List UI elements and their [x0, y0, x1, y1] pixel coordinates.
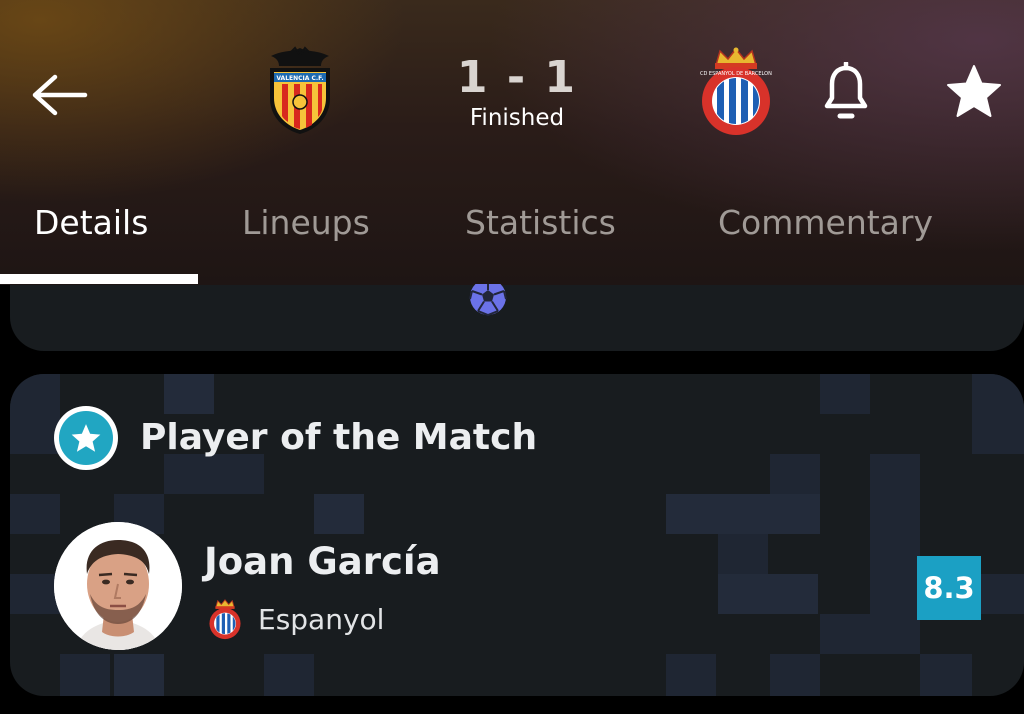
mosaic-tile: [666, 494, 820, 534]
favorite-button[interactable]: [942, 60, 1006, 124]
mosaic-tile: [666, 654, 716, 696]
bell-icon: [824, 62, 868, 119]
mosaic-tile: [972, 374, 1024, 454]
match-status: Finished: [469, 105, 565, 131]
mosaic-tile: [114, 654, 164, 696]
away-team-crest[interactable]: RCD ESPANYOL DE BARCELONA: [700, 46, 772, 136]
mosaic-tile: [870, 534, 920, 574]
tab-commentary[interactable]: Commentary: [718, 200, 933, 246]
mosaic-tile: [10, 574, 60, 614]
player-rating-badge: 8.3: [917, 556, 981, 620]
mosaic-tile: [718, 574, 818, 614]
score-block: 1 - 1 Finished: [417, 52, 617, 132]
valencia-crest-text: VALENCIA C.F.: [276, 75, 323, 82]
mosaic-tile: [10, 494, 60, 534]
mosaic-tile: [10, 414, 60, 454]
mosaic-tile: [264, 654, 314, 696]
tab-details[interactable]: Details: [34, 200, 148, 246]
player-team-name: Espanyol: [258, 603, 385, 636]
mosaic-tile: [314, 494, 364, 534]
soccer-ball-icon: [469, 284, 507, 316]
match-header: VALENCIA C.F. 1 - 1 Finished RCD ESPANYO…: [0, 0, 1024, 285]
mosaic-tile: [60, 654, 110, 696]
mosaic-tile: [164, 374, 214, 414]
tab-lineups[interactable]: Lineups: [242, 200, 370, 246]
active-tab-indicator: [0, 274, 198, 284]
events-card: [10, 285, 1024, 351]
mosaic-tile: [870, 494, 920, 534]
mosaic-tile: [870, 454, 920, 494]
player-of-the-match-card[interactable]: Player of the Match Joan García Espanyol…: [10, 374, 1024, 696]
star-icon: [71, 423, 101, 452]
mosaic-tile: [870, 574, 920, 614]
mosaic-tile: [718, 534, 768, 574]
tab-statistics[interactable]: Statistics: [465, 200, 616, 246]
player-photo-image: [54, 522, 182, 650]
potm-badge: [54, 406, 118, 470]
mosaic-tile: [10, 374, 60, 414]
back-button[interactable]: [24, 60, 94, 130]
espanyol-crest-text: RCD ESPANYOL DE BARCELONA: [700, 71, 772, 77]
mosaic-tile: [920, 654, 972, 696]
espanyol-crest-icon: [209, 599, 241, 640]
mosaic-tile: [820, 374, 870, 414]
player-name[interactable]: Joan García: [204, 538, 441, 586]
notifications-button[interactable]: [818, 60, 874, 122]
arrow-left-icon: [32, 74, 88, 116]
player-team-crest: [208, 598, 242, 640]
mosaic-tile: [770, 454, 820, 494]
valencia-crest-icon: VALENCIA C.F.: [270, 46, 330, 134]
mosaic-tile: [770, 654, 820, 696]
player-avatar[interactable]: [54, 522, 182, 650]
potm-title: Player of the Match: [140, 417, 538, 458]
star-icon: [947, 65, 1001, 117]
mosaic-tile: [820, 614, 920, 654]
espanyol-crest-icon: RCD ESPANYOL DE BARCELONA: [700, 47, 772, 135]
home-team-crest[interactable]: VALENCIA C.F.: [264, 46, 336, 136]
match-score: 1 - 1: [456, 52, 578, 103]
